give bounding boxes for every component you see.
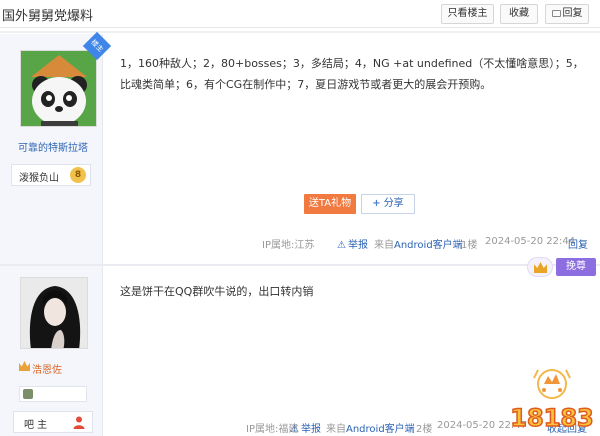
post2-report-link[interactable]: ⚠ 举报 — [290, 420, 321, 435]
post1-badge[interactable]: 泼猴负山 8 — [11, 164, 91, 186]
post1-source-prefix: 来自 — [374, 240, 394, 251]
post2-avatar[interactable] — [20, 277, 88, 349]
portrait-avatar-icon — [21, 278, 87, 348]
praise-button[interactable]: 挽尊 — [527, 257, 597, 277]
thread-title: 国外舅舅党爆料 — [2, 9, 94, 24]
warning-icon: ⚠ — [290, 424, 299, 435]
post2-source: 来自Android客户端 — [326, 420, 415, 435]
reply-top-button[interactable]: 回复 — [545, 4, 589, 24]
post1-report-label: 举报 — [347, 240, 368, 251]
praise-crown-icon — [527, 257, 553, 277]
post1-ip: IP属地:江苏 — [262, 240, 315, 251]
post1-avatar[interactable] — [20, 50, 97, 127]
share-icon: + — [372, 198, 381, 209]
thread-header: 国外舅舅党爆料 只看楼主 收藏 回复 — [0, 0, 600, 28]
share-button[interactable]: + 分享 — [361, 194, 415, 214]
post1-content: 1，160种敌人；2，80+bosses；3，多结局；4，NG +at unde… — [120, 57, 584, 91]
reply-icon — [551, 10, 561, 17]
post2-report-label: 举报 — [300, 424, 321, 435]
post2-source-client[interactable]: Android客户端 — [346, 424, 415, 435]
post1-report-link[interactable]: ⚠ 举报 — [337, 236, 368, 251]
post2-username[interactable]: 浩恩佐 — [32, 361, 62, 376]
post1-source-client[interactable]: Android客户端 — [394, 240, 463, 251]
post1-floor: 1楼 — [461, 240, 478, 251]
post1-username[interactable]: 可靠的特斯拉塔 — [5, 139, 101, 154]
post2-floor: 2楼 — [416, 424, 433, 435]
post2-source-prefix: 来自 — [326, 424, 346, 435]
level-badge: 8 — [70, 167, 86, 183]
post2-medal[interactable] — [19, 386, 87, 402]
site-watermark-logo: 18183 — [510, 369, 595, 433]
panda-avatar-icon — [21, 51, 96, 126]
medal-icon — [23, 389, 33, 399]
reply-top-label: 回复 — [562, 8, 583, 19]
warning-icon: ⚠ — [337, 240, 346, 251]
header-divider — [0, 31, 600, 33]
watermark-text: 18183 — [510, 404, 594, 432]
send-gift-button[interactable]: 送TA礼物 — [304, 194, 356, 214]
post1-badge-name: 泼猴负山 — [19, 173, 59, 184]
post1-reply-link[interactable]: 回复 — [568, 236, 588, 251]
post1-meta: IP属地:江苏 ⚠ 举报 来自Android客户端 1楼 2024-05-20 2… — [0, 236, 600, 251]
post2-content: 这是饼干在QQ群吹牛说的，出口转内销 — [120, 285, 314, 298]
share-label: 分享 — [383, 198, 404, 209]
post1-time: 2024-05-20 22:44 — [485, 236, 576, 247]
praise-label: 挽尊 — [556, 258, 596, 276]
post1-source: 来自Android客户端 — [374, 236, 463, 251]
collect-button[interactable]: 收藏 — [500, 4, 538, 24]
only-louzhu-button[interactable]: 只看楼主 — [441, 4, 494, 24]
